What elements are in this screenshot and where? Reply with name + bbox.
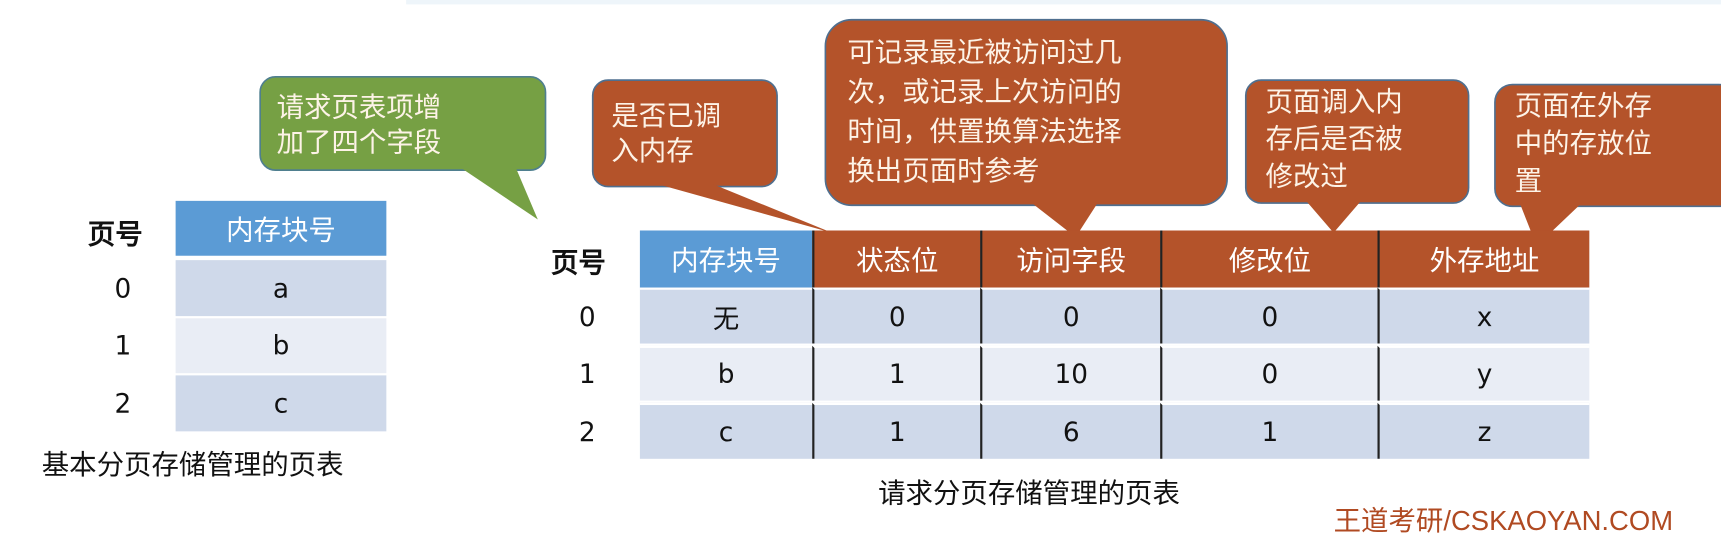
demand-row-page: 1 xyxy=(578,358,596,390)
demand-page-label: 页号 xyxy=(550,246,606,279)
demand-cell-external: y xyxy=(1377,345,1590,401)
demand-cell-modified: 0 xyxy=(1160,345,1378,401)
demand-header-access: 访问字段 xyxy=(980,230,1161,288)
status-callout-text: 是否已调 入内存 xyxy=(611,99,722,167)
demand-cell-status: 1 xyxy=(812,345,981,401)
demand-cell-access: 6 xyxy=(980,402,1161,459)
watermark: 王道考研/CSKAOYAN.COM xyxy=(1333,505,1674,537)
basic-row-page: 0 xyxy=(114,272,132,304)
basic-row-page: 1 xyxy=(114,330,132,362)
external-callout-text: 页面在外存 中的存放位 置 xyxy=(1514,90,1652,197)
demand-cell-modified: 0 xyxy=(1160,287,1378,344)
access-callout-text: 可记录最近被访问过几 次，或记录上次访问的 时间，供置换算法选择 换出页面时参考 xyxy=(847,36,1122,187)
modified-callout-text: 页面调入内 存后是否被 修改过 xyxy=(1265,85,1403,193)
demand-cell-status: 0 xyxy=(812,287,981,344)
demand-cell-external: x xyxy=(1377,287,1590,344)
basic-header-block: 内存块号 xyxy=(175,200,387,256)
demand-header-block: 内存块号 xyxy=(639,230,813,288)
basic-row-block: b xyxy=(175,318,387,374)
demand-cell-external: z xyxy=(1377,402,1590,459)
demand-cell-access: 10 xyxy=(980,345,1161,401)
demand-header-external: 外存地址 xyxy=(1377,230,1590,288)
demand-cell-modified: 1 xyxy=(1160,402,1378,459)
demand-cell-access: 0 xyxy=(980,287,1161,344)
demand-header-modified: 修改位 xyxy=(1160,230,1378,288)
demand-cell-block: b xyxy=(639,345,813,401)
basic-row-block: c xyxy=(175,375,387,432)
demand-cell-status: 1 xyxy=(812,402,981,459)
demand-cell-block: c xyxy=(639,402,813,459)
green-callout-text: 请求页表项增 加了四个字段 xyxy=(276,91,442,159)
basic-row-page: 2 xyxy=(114,388,132,419)
demand-cell-block: 无 xyxy=(639,287,813,344)
basic-page-label: 页号 xyxy=(87,218,143,251)
demand-table-caption: 请求分页存储管理的页表 xyxy=(878,477,1180,510)
demand-row-page: 2 xyxy=(578,416,596,448)
basic-table-caption: 基本分页存储管理的页表 xyxy=(41,448,344,481)
slide: 请求页表项增 加了四个字段 是否已调 入内存 可记录最近被访问过几 次，或记录上… xyxy=(0,0,1721,542)
basic-row-block: a xyxy=(175,260,387,317)
demand-row-page: 0 xyxy=(578,301,596,333)
demand-header-status: 状态位 xyxy=(812,230,981,288)
